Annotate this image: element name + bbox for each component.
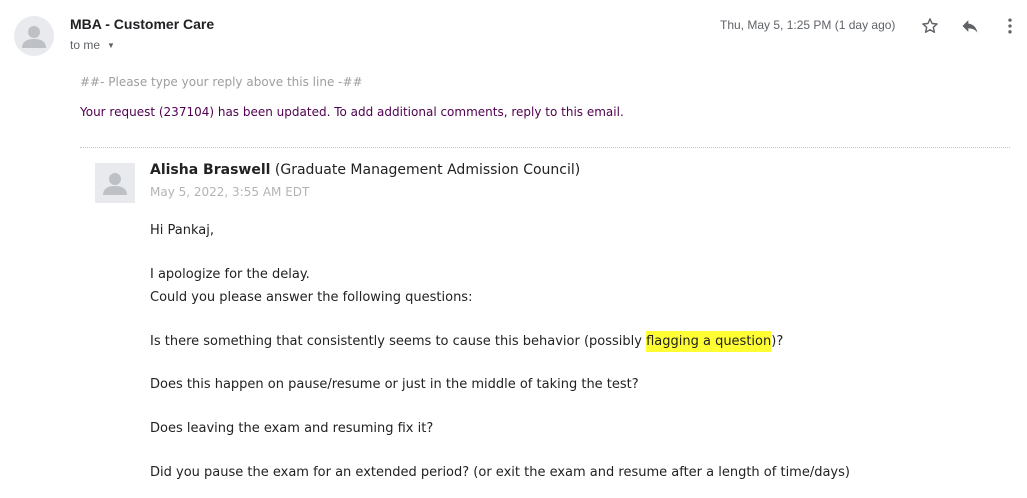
comment-author: Alisha Braswell (Graduate Management Adm… [150,162,580,178]
question-1: Is there something that consistently see… [150,331,784,352]
author-organization: (Graduate Management Admission Council) [274,162,581,178]
question-2: Does this happen on pause/resume or just… [150,377,639,392]
apology-line: I apologize for the delay. [150,267,310,282]
author-avatar [95,163,135,203]
comment-timestamp: May 5, 2022, 3:55 AM EDT [150,185,310,199]
questions-intro: Could you please answer the following qu… [150,290,473,305]
chevron-down-icon[interactable]: ▼ [107,41,115,50]
quoted-divider [80,147,1010,148]
greeting: Hi Pankaj, [150,223,214,238]
reply-icon [962,20,978,33]
more-vert-icon [1008,18,1012,34]
avatar-icon [22,26,46,48]
email-date: Thu, May 5, 1:25 PM (1 day ago) [720,18,896,32]
star-button[interactable] [918,14,942,38]
recipient-label: to me [70,38,101,52]
highlighted-text: flagging a question [646,331,772,352]
more-options-button[interactable] [998,14,1022,38]
reply-button[interactable] [958,14,982,38]
author-name: Alisha Braswell [150,162,271,178]
question-1-end: )? [771,334,784,349]
request-update-notice: Your request (237104) has been updated. … [80,105,624,119]
star-icon [922,18,938,33]
reply-separator: ##- Please type your reply above this li… [80,75,363,89]
avatar-icon [103,173,127,195]
question-4: Did you pause the exam for an extended p… [150,465,850,480]
question-1-text: Is there something that consistently see… [150,334,647,349]
sender-avatar[interactable] [14,16,54,56]
recipient-details[interactable]: to me ▼ [70,38,115,52]
question-3: Does leaving the exam and resuming fix i… [150,421,434,436]
sender-name[interactable]: MBA - Customer Care [70,16,214,32]
